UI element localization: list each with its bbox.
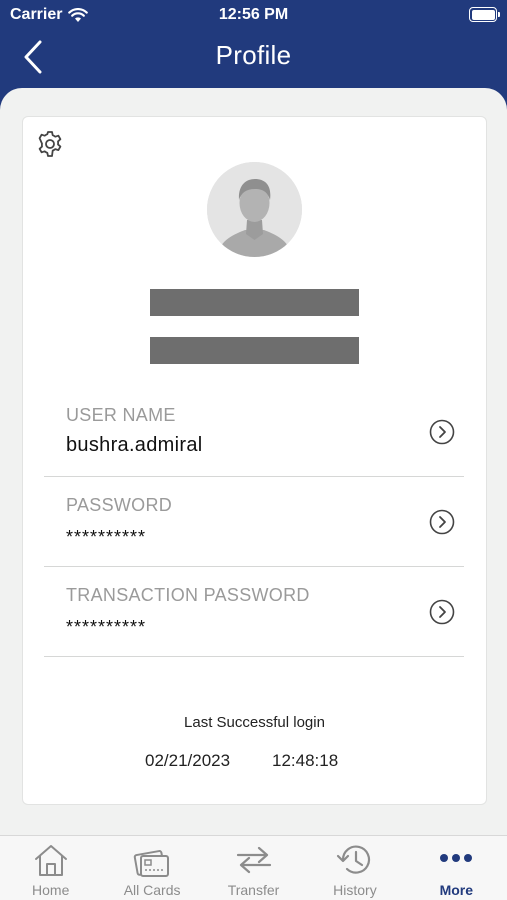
transaction-password-label: TRANSACTION PASSWORD: [66, 585, 310, 605]
transaction-password-row[interactable]: TRANSACTION PASSWORD **********: [44, 567, 464, 657]
status-bar: Carrier 12:56 PM: [0, 0, 507, 30]
tab-all-cards[interactable]: All Cards: [101, 836, 202, 900]
page-title: Profile: [215, 40, 292, 70]
redacted-name-bar: [150, 289, 359, 316]
tab-label: History: [333, 882, 377, 898]
profile-card: USER NAME bushra.admiral PASSWORD ******…: [22, 116, 487, 805]
username-value: bushra.admiral: [66, 434, 203, 456]
chevron-right-circle-icon[interactable]: [429, 419, 455, 445]
last-login-label: Last Successful login: [184, 714, 325, 731]
chevron-right-circle-icon[interactable]: [429, 509, 455, 535]
history-icon: [336, 845, 371, 874]
tab-transfer[interactable]: Transfer: [203, 836, 304, 900]
password-value: **********: [66, 527, 147, 547]
chevron-right-circle-icon[interactable]: [429, 599, 455, 625]
last-login-time: 12:48:18: [272, 751, 339, 770]
redacted-detail-bar: [150, 337, 359, 364]
battery-icon: [469, 7, 500, 22]
settings-button[interactable]: [35, 129, 65, 159]
more-icon: [440, 854, 473, 862]
status-time: 12:56 PM: [218, 6, 289, 23]
tab-history[interactable]: History: [304, 836, 405, 900]
transfer-icon: [236, 846, 271, 874]
avatar: [207, 162, 302, 257]
bottom-tab-bar: Home All Cards Transfer History More: [0, 835, 507, 900]
cards-icon: [133, 850, 170, 877]
tab-label: All Cards: [123, 882, 181, 898]
transaction-password-value: **********: [66, 617, 147, 637]
tab-label: More: [439, 882, 474, 898]
tab-more[interactable]: More: [406, 836, 507, 900]
password-row[interactable]: PASSWORD **********: [44, 477, 464, 567]
tab-label: Home: [32, 882, 70, 898]
username-row[interactable]: USER NAME bushra.admiral: [44, 387, 464, 477]
username-label: USER NAME: [66, 405, 176, 425]
tab-home[interactable]: Home: [0, 836, 101, 900]
gear-icon: [38, 131, 62, 157]
password-label: PASSWORD: [66, 495, 173, 515]
home-icon: [34, 845, 67, 876]
last-login-date: 02/21/2023: [145, 751, 231, 770]
user-silhouette-icon: [207, 162, 302, 257]
tab-label: Transfer: [227, 882, 280, 898]
